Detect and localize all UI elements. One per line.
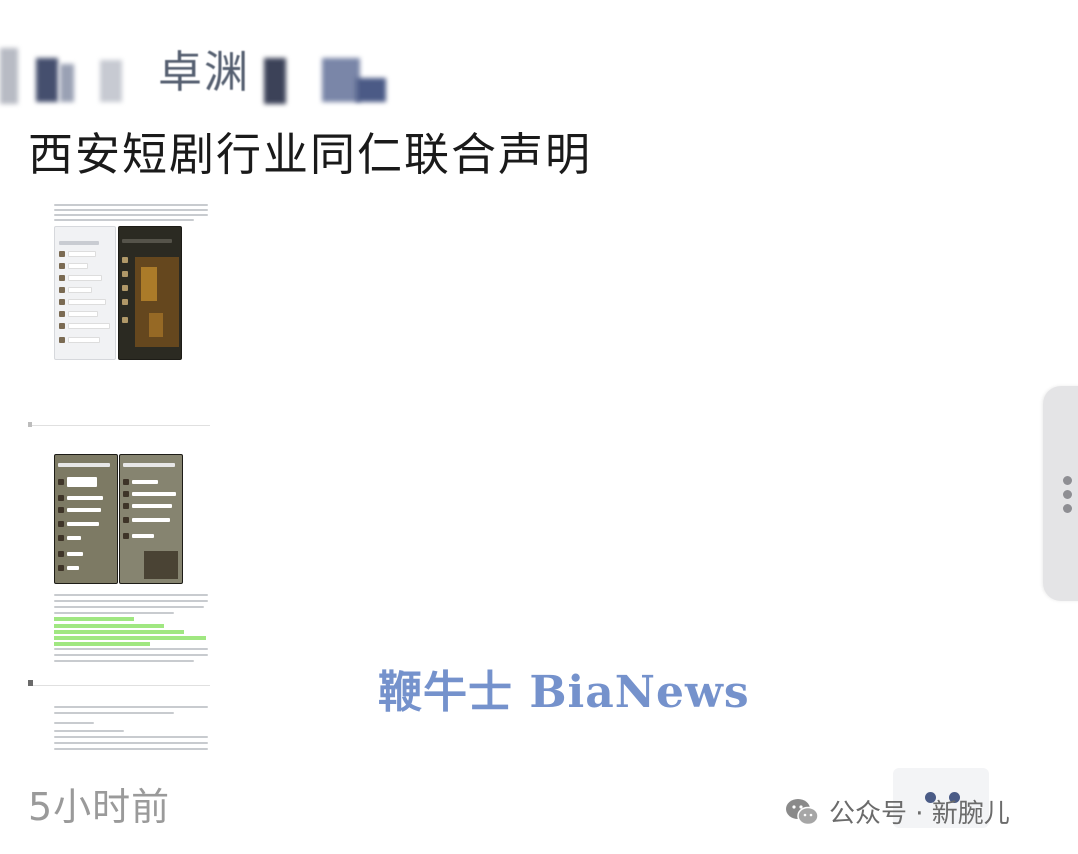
chat-row xyxy=(58,507,101,513)
chat-row xyxy=(123,491,176,497)
side-drawer-handle[interactable] xyxy=(1043,386,1078,601)
doc-text-line xyxy=(54,606,204,608)
divider-marker xyxy=(28,422,32,427)
divider xyxy=(28,425,210,426)
highlighted-text-line xyxy=(54,636,206,640)
chat-row xyxy=(123,463,175,467)
divider-marker xyxy=(28,680,33,686)
chat-row xyxy=(59,311,98,317)
chat-row xyxy=(59,323,110,329)
chat-row xyxy=(58,477,97,487)
doc-text-line xyxy=(54,722,94,724)
blurred-avatar-block xyxy=(0,48,18,104)
doc-text-line xyxy=(54,594,208,596)
blurred-name-block xyxy=(322,58,360,102)
chat-row xyxy=(58,521,99,527)
chat-row xyxy=(122,257,131,263)
chat-row xyxy=(123,517,170,523)
doc-text-line xyxy=(54,706,208,708)
chat-screenshot-light xyxy=(54,226,116,360)
doc-text-line xyxy=(54,209,208,211)
chat-row xyxy=(58,565,79,571)
chat-row xyxy=(59,337,100,343)
blurred-avatar-block xyxy=(36,58,58,102)
blurred-avatar-block xyxy=(60,64,74,102)
chat-row xyxy=(122,317,131,323)
highlighted-text-line xyxy=(54,617,134,621)
chat-screenshot-dark xyxy=(119,454,183,584)
chat-row xyxy=(122,285,131,291)
doc-text-line xyxy=(54,660,194,662)
blurred-name-block xyxy=(356,78,386,102)
doc-text-line xyxy=(54,204,208,206)
highlighted-text-line xyxy=(54,642,150,646)
doc-text-line xyxy=(54,748,208,750)
chat-row xyxy=(58,535,81,541)
highlighted-text-line xyxy=(54,630,184,634)
doc-text-line xyxy=(54,648,208,650)
doc-text-line xyxy=(54,736,208,738)
chat-row xyxy=(59,275,102,281)
blurred-name-block xyxy=(264,58,286,104)
source-credit: 公众号 · 新腕儿 xyxy=(785,793,1010,830)
chat-row xyxy=(122,271,131,277)
doc-text-line xyxy=(54,654,208,656)
chat-row xyxy=(59,241,99,245)
doc-text-line xyxy=(54,214,208,216)
chat-screenshot-dark xyxy=(54,454,118,584)
doc-text-line xyxy=(54,219,194,221)
chat-screenshot-dark xyxy=(118,226,182,360)
chat-row xyxy=(123,533,154,539)
doc-text-line xyxy=(54,600,208,602)
divider xyxy=(28,685,210,686)
chat-row xyxy=(59,299,106,305)
source-text: 公众号 · 新腕儿 xyxy=(829,799,1010,829)
chat-row xyxy=(122,239,172,243)
chat-row xyxy=(58,551,83,557)
chat-row xyxy=(123,503,172,509)
blurred-avatar-block xyxy=(100,60,122,102)
chat-row xyxy=(59,287,92,293)
chat-row xyxy=(59,251,96,257)
chat-row xyxy=(58,495,103,501)
chat-row xyxy=(58,463,110,467)
doc-text-line xyxy=(54,730,124,732)
watermark: 鞭牛士 BiaNews xyxy=(378,667,750,718)
post-timestamp: 5小时前 xyxy=(28,785,171,829)
chat-row xyxy=(59,263,88,269)
author-name[interactable]: 卓渊 xyxy=(158,36,250,100)
doc-text-line xyxy=(54,742,208,744)
post-title: 西安短剧行业同仁联合声明 xyxy=(28,128,593,181)
doc-text-line xyxy=(54,612,174,614)
doc-text-line xyxy=(54,712,174,714)
chat-row xyxy=(123,479,158,485)
long-screenshot-image[interactable] xyxy=(28,196,210,756)
highlighted-text-line xyxy=(54,624,164,628)
chat-row xyxy=(122,299,131,305)
wechat-icon xyxy=(786,798,819,825)
